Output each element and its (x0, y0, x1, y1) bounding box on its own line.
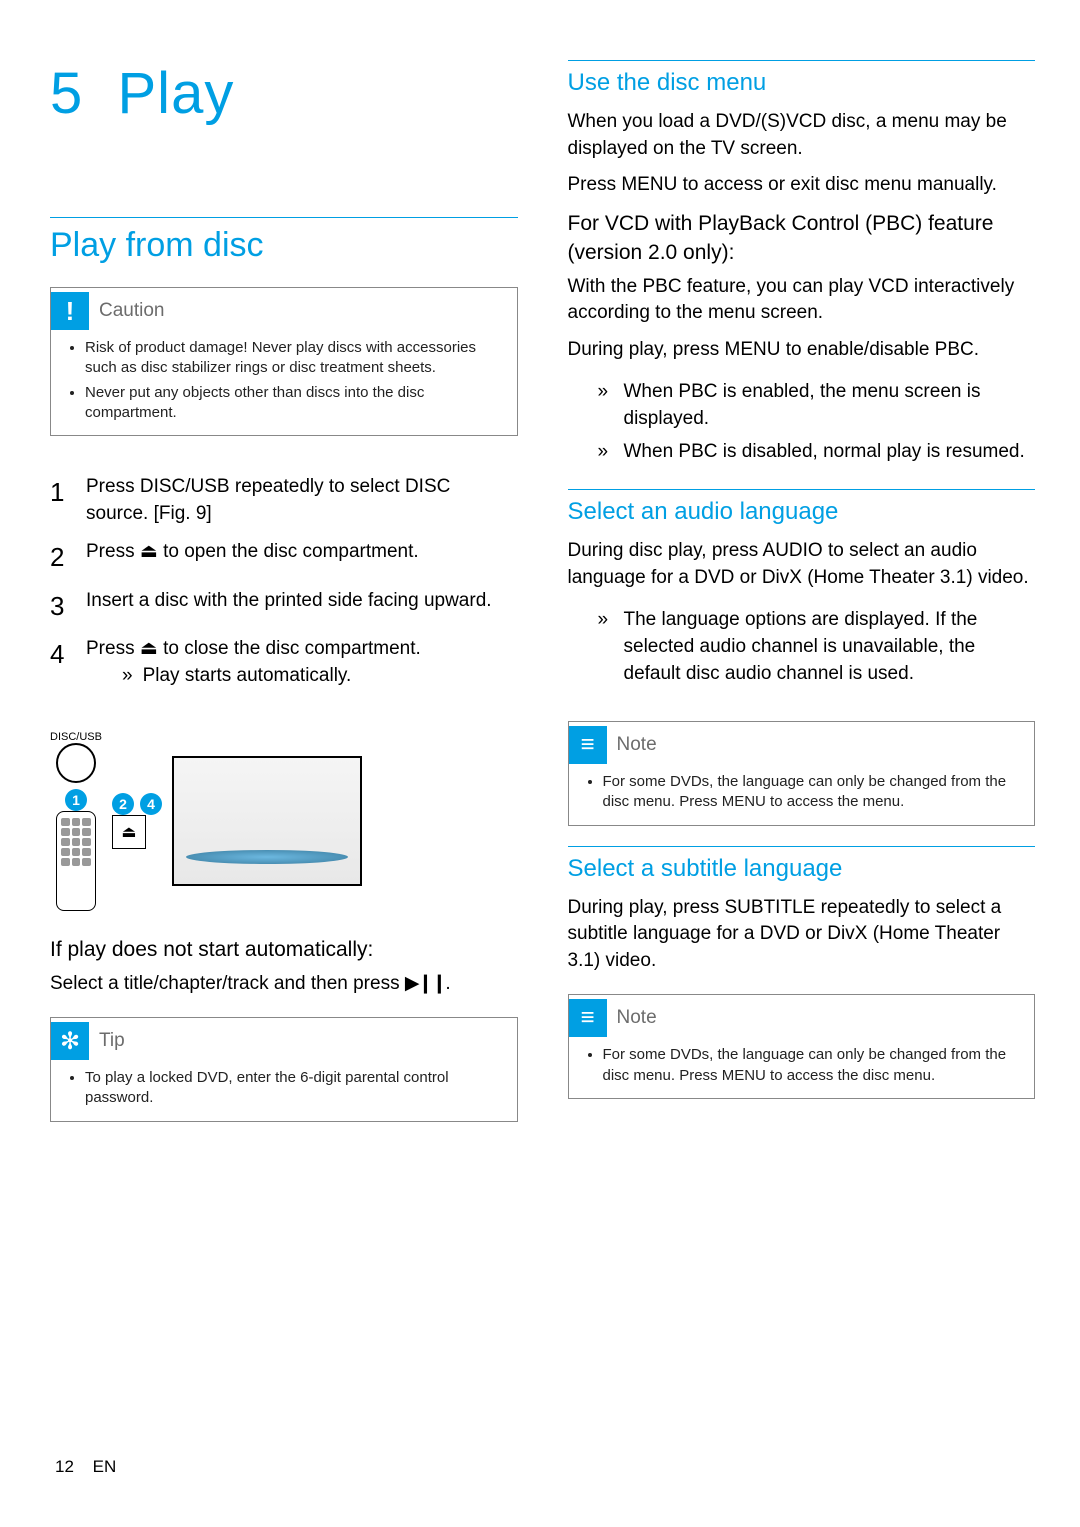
discmenu-p1: When you load a DVD/(S)VCD disc, a menu … (568, 109, 1036, 162)
page-number: 12 (55, 1457, 74, 1476)
note-icon (569, 726, 607, 764)
note-box-audio: Note For some DVDs, the language can onl… (568, 721, 1036, 826)
note-box-subtitle: Note For some DVDs, the language can onl… (568, 994, 1036, 1099)
fig-eject-button-icon (112, 815, 146, 849)
tip-icon (51, 1022, 89, 1060)
audio-p1: During disc play, press AUDIO to select … (568, 538, 1036, 591)
caution-item: Risk of product damage! Never play discs… (85, 338, 503, 379)
note-label: Note (617, 734, 657, 756)
chapter-title: Play (118, 61, 235, 126)
note-item: For some DVDs, the language can only be … (603, 772, 1021, 813)
note-label: Note (617, 1007, 657, 1029)
caution-icon (51, 292, 89, 330)
page-lang: EN (93, 1457, 117, 1476)
discmenu-p2: Press MENU to access or exit disc menu m… (568, 172, 1036, 199)
figure-9: DISC/USB 1 2 4 3 (50, 731, 518, 911)
fig-callout-1: 1 (65, 789, 87, 811)
noauto-heading: If play does not start automatically: (50, 935, 518, 964)
play-pause-icon (405, 973, 445, 994)
tip-box: Tip To play a locked DVD, enter the 6-di… (50, 1017, 518, 1122)
caution-box: Caution Risk of product damage! Never pl… (50, 287, 518, 436)
discmenu-p3: For VCD with PlayBack Control (PBC) feat… (568, 209, 1036, 268)
caution-item: Never put any objects other than discs i… (85, 383, 503, 424)
subtitle-p1: During play, press SUBTITLE repeatedly t… (568, 895, 1036, 975)
noauto-body: Select a title/chapter/track and then pr… (50, 971, 518, 998)
page-footer: 12 EN (55, 1457, 116, 1477)
tip-label: Tip (99, 1030, 125, 1052)
note-item: For some DVDs, the language can only be … (603, 1045, 1021, 1086)
section-play-from-disc: Play from disc (50, 217, 518, 265)
step-2: Press to open the disc compartment. (50, 539, 518, 575)
sub-subtitle-language: Select a subtitle language (568, 846, 1036, 883)
sub-use-disc-menu: Use the disc menu (568, 60, 1036, 97)
fig-discusb-button-icon (56, 743, 96, 783)
fig-label-discusb: DISC/USB (50, 731, 102, 743)
discmenu-bullet: When PBC is enabled, the menu screen is … (624, 379, 1036, 432)
sub-audio-language: Select an audio language (568, 489, 1036, 526)
eject-icon (140, 541, 158, 562)
chapter-number: 5 (50, 61, 83, 126)
discmenu-p5: During play, press MENU to enable/disabl… (568, 337, 1036, 364)
audio-bullet: The language options are displayed. If t… (624, 607, 1036, 687)
step-4: Press to close the disc compartment. Pla… (50, 636, 518, 689)
caution-label: Caution (99, 300, 165, 322)
chapter-heading: 5 Play (50, 60, 518, 127)
step-4-result: Play starts automatically. (86, 663, 421, 690)
discmenu-p4: With the PBC feature, you can play VCD i… (568, 274, 1036, 327)
note-icon (569, 999, 607, 1037)
tip-item: To play a locked DVD, enter the 6-digit … (85, 1068, 503, 1109)
fig-remote-icon (56, 811, 96, 911)
fig-callout-2: 2 (112, 793, 134, 815)
steps-list: Press DISC/USB repeatedly to select DISC… (50, 474, 518, 701)
eject-icon (140, 638, 158, 659)
fig-callout-4: 4 (140, 793, 162, 815)
discmenu-bullet: When PBC is disabled, normal play is res… (624, 439, 1036, 466)
fig-device-icon (172, 756, 362, 886)
step-3: Insert a disc with the printed side faci… (50, 588, 518, 624)
step-1: Press DISC/USB repeatedly to select DISC… (50, 474, 518, 527)
